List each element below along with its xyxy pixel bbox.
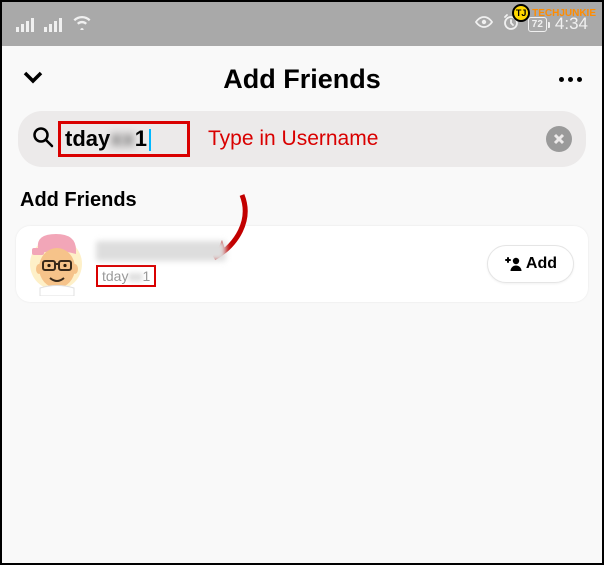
status-left (16, 14, 92, 35)
watermark-badge: TJ (512, 4, 530, 22)
annotation-label: Type in Username (208, 127, 378, 151)
eye-icon (474, 15, 494, 34)
search-input-highlight: tdayxx1 (58, 121, 190, 157)
result-username-highlight: tdayxx1 (96, 265, 156, 287)
search-bar[interactable]: tdayxx1 Type in Username (18, 111, 586, 167)
page-title: Add Friends (223, 64, 381, 95)
search-result-row[interactable]: tdayxx1 Add (16, 226, 588, 302)
watermark-logo: TJ TECHJUNKIE (506, 0, 602, 26)
result-info: tdayxx1 (96, 241, 487, 287)
wifi-icon (72, 14, 92, 35)
cellular-signal-icon-2 (44, 16, 62, 32)
add-friend-button[interactable]: Add (487, 245, 574, 283)
header: Add Friends (16, 46, 588, 111)
app-content: Add Friends tdayxx1 Type in Username Add… (2, 46, 602, 563)
search-input[interactable]: tdayxx1 (65, 126, 151, 151)
add-person-icon (504, 256, 522, 272)
clear-search-button[interactable] (546, 126, 572, 152)
result-display-name-redacted (96, 241, 226, 261)
search-icon (32, 126, 54, 153)
avatar (30, 238, 82, 290)
add-button-label: Add (526, 255, 557, 273)
cellular-signal-icon (16, 16, 34, 32)
more-button[interactable] (554, 77, 582, 82)
watermark-text: TECHJUNKIE (532, 8, 596, 19)
back-button[interactable] (22, 70, 50, 89)
screenshot-frame: TJ TECHJUNKIE 72 4:34 (0, 0, 604, 565)
section-title: Add Friends (20, 189, 584, 212)
result-username: tdayxx1 (102, 268, 150, 284)
